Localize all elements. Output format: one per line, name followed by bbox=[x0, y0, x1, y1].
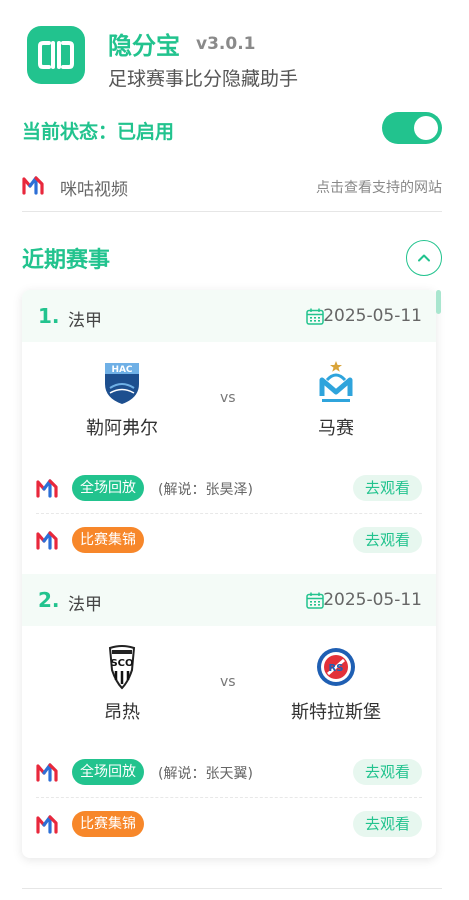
site-name: 咪咕视频 bbox=[60, 180, 128, 200]
watch-highlights-button[interactable]: 去观看 bbox=[352, 811, 422, 837]
svg-text:SCO: SCO bbox=[110, 658, 133, 669]
status-row: 当前状态：已启用 bbox=[22, 110, 442, 150]
toggle-knob bbox=[414, 116, 438, 140]
marseille-crest-icon bbox=[319, 361, 353, 402]
section-title: 近期赛事 bbox=[22, 248, 111, 273]
highlights-row: 比赛集锦 去观看 bbox=[36, 514, 422, 566]
scrollbar-thumb[interactable] bbox=[436, 290, 441, 314]
match-links: 全场回放 (解说：张天翼) 去观看 比赛集锦 去观看 bbox=[22, 738, 436, 858]
recent-matches-header: 近期赛事 bbox=[22, 238, 442, 278]
migu-logo-icon bbox=[22, 176, 44, 195]
replay-row: 全场回放 (解说：张天翼) 去观看 bbox=[36, 746, 422, 798]
match-teams: SCO 昂热 vs RS 斯特拉斯堡 bbox=[22, 626, 436, 738]
home-team: SCO 昂热 bbox=[52, 638, 192, 728]
match-date: 2025-05-11 bbox=[323, 306, 422, 326]
match-header: 2. 法甲 2025-05-11 bbox=[22, 574, 436, 626]
migu-logo-icon bbox=[36, 763, 58, 782]
match-index: 1. bbox=[38, 304, 60, 328]
away-team: RS 斯特拉斯堡 bbox=[266, 638, 406, 728]
strasbourg-crest-icon: RS bbox=[317, 648, 355, 686]
watch-replay-button[interactable]: 去观看 bbox=[352, 475, 422, 501]
app-title: 隐分宝 bbox=[108, 32, 180, 60]
match-header: 1. 法甲 2025-05-11 bbox=[22, 290, 436, 342]
match-league: 法甲 bbox=[68, 595, 102, 615]
divider bbox=[22, 888, 442, 889]
match-teams: HAC 勒阿弗尔 vs 马赛 bbox=[22, 342, 436, 454]
calendar-icon bbox=[306, 592, 324, 609]
svg-text:RS: RS bbox=[329, 663, 344, 674]
highlights-row: 比赛集锦 去观看 bbox=[36, 798, 422, 850]
replay-row: 全场回放 (解说：张昊泽) 去观看 bbox=[36, 462, 422, 514]
migu-logo-icon bbox=[36, 479, 58, 498]
home-team: HAC 勒阿弗尔 bbox=[52, 354, 192, 444]
migu-logo-icon bbox=[36, 815, 58, 834]
match-league: 法甲 bbox=[68, 311, 102, 331]
svg-text:HAC: HAC bbox=[111, 365, 132, 375]
chevron-up-icon bbox=[418, 254, 430, 262]
highlights-tag: 比赛集锦 bbox=[72, 811, 144, 837]
site-row: 咪咕视频 点击查看支持的网站 bbox=[22, 166, 442, 212]
full-replay-tag: 全场回放 bbox=[72, 475, 144, 501]
enable-toggle[interactable] bbox=[382, 112, 442, 144]
match-index: 2. bbox=[38, 588, 60, 612]
match-list: 1. 法甲 2025-05-11 HAC 勒阿弗尔 vs 马赛 全场回放 (解说… bbox=[22, 290, 436, 858]
vs-label: vs bbox=[220, 674, 236, 690]
migu-logo-icon bbox=[36, 531, 58, 550]
app-version: v3.0.1 bbox=[196, 34, 256, 54]
vs-label: vs bbox=[220, 390, 236, 406]
collapse-button[interactable] bbox=[406, 240, 442, 276]
highlights-tag: 比赛集锦 bbox=[72, 527, 144, 553]
away-team: 马赛 bbox=[266, 354, 406, 444]
status-label: 当前状态：已启用 bbox=[22, 121, 175, 143]
away-team-name: 斯特拉斯堡 bbox=[291, 702, 381, 723]
home-team-name: 昂热 bbox=[104, 702, 140, 723]
app-subtitle: 足球赛事比分隐藏助手 bbox=[108, 68, 299, 90]
app-header: 隐分宝 v3.0.1 足球赛事比分隐藏助手 bbox=[22, 24, 452, 90]
match-item: 2. 法甲 2025-05-11 SCO 昂热 vs RS 斯特拉斯堡 全场回放… bbox=[22, 574, 436, 858]
commentator-label: (解说：张昊泽) bbox=[158, 482, 253, 498]
away-team-name: 马赛 bbox=[318, 418, 354, 439]
full-replay-tag: 全场回放 bbox=[72, 759, 144, 785]
match-item: 1. 法甲 2025-05-11 HAC 勒阿弗尔 vs 马赛 全场回放 (解说… bbox=[22, 290, 436, 574]
commentator-label: (解说：张天翼) bbox=[158, 766, 253, 782]
le-havre-crest-icon: HAC bbox=[105, 363, 139, 404]
angers-crest-icon: SCO bbox=[108, 645, 136, 690]
app-logo-icon bbox=[27, 26, 85, 84]
home-team-name: 勒阿弗尔 bbox=[86, 418, 158, 439]
watch-highlights-button[interactable]: 去观看 bbox=[352, 527, 422, 553]
match-links: 全场回放 (解说：张昊泽) 去观看 比赛集锦 去观看 bbox=[22, 454, 436, 574]
calendar-icon bbox=[306, 308, 324, 325]
match-date: 2025-05-11 bbox=[323, 590, 422, 610]
supported-sites-link[interactable]: 点击查看支持的网站 bbox=[316, 177, 442, 197]
watch-replay-button[interactable]: 去观看 bbox=[352, 759, 422, 785]
